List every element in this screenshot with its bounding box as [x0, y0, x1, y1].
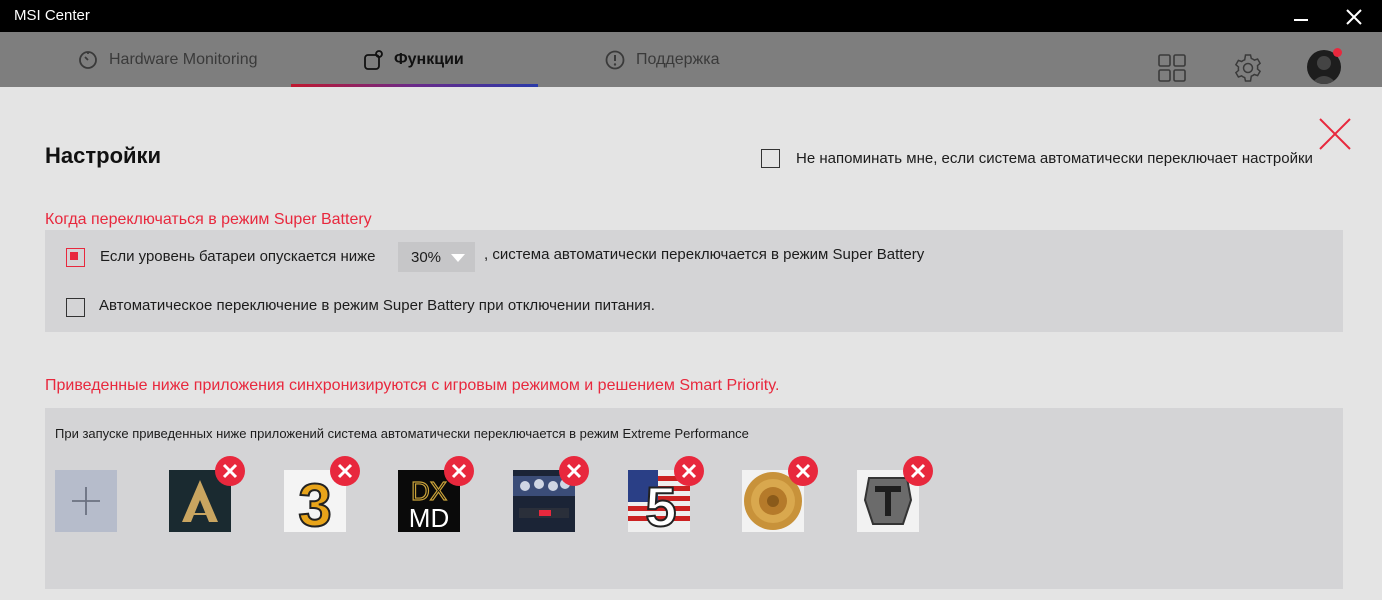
remove-icon: [903, 456, 933, 486]
remove-icon: [330, 456, 360, 486]
battery-level-checkbox[interactable]: [66, 248, 85, 267]
remove-app-button[interactable]: [329, 455, 361, 487]
gauge-icon: [77, 49, 99, 71]
power-off-checkbox[interactable]: [66, 298, 85, 317]
remove-icon: [444, 456, 474, 486]
remove-app-button[interactable]: [214, 455, 246, 487]
plus-icon: [72, 487, 100, 515]
tab-label: Hardware Monitoring: [109, 50, 258, 68]
remove-icon: [788, 456, 818, 486]
remove-app-button[interactable]: [558, 455, 590, 487]
close-icon: [1319, 118, 1351, 150]
svg-text:3: 3: [298, 472, 331, 532]
page-title: Настройки: [45, 143, 162, 168]
power-off-label: Автоматическое переключение в режим Supe…: [99, 297, 655, 314]
battery-threshold-select[interactable]: 30%: [398, 242, 475, 272]
apps-section-title: Приведенные ниже приложения синхронизиру…: [45, 377, 780, 394]
remove-app-button[interactable]: [673, 455, 705, 487]
tab-functions[interactable]: Функции: [362, 32, 464, 87]
close-icon: [1346, 9, 1362, 25]
battery-threshold-value: 30%: [411, 248, 442, 266]
app-item[interactable]: [513, 456, 589, 532]
remove-icon: [215, 456, 245, 486]
tab-support[interactable]: Поддержка: [604, 32, 719, 87]
apps-description: При запуске приведенных ниже приложений …: [55, 426, 749, 441]
add-app-button[interactable]: [55, 470, 117, 532]
app-item[interactable]: [169, 456, 245, 532]
battery-level-suffix: , система автоматически переключается в …: [484, 246, 925, 263]
app-item[interactable]: [742, 456, 818, 532]
apps-grid-icon[interactable]: [1157, 53, 1187, 88]
app-item[interactable]: DX MD: [398, 456, 474, 532]
support-icon: [604, 49, 626, 71]
remove-icon: [674, 456, 704, 486]
app-item[interactable]: 3: [284, 456, 360, 532]
battery-level-label: Если уровень батареи опускается ниже: [100, 248, 376, 265]
app-item[interactable]: 5: [628, 456, 704, 532]
svg-text:DX: DX: [411, 476, 447, 506]
chevron-down-icon: [451, 254, 465, 262]
app-item[interactable]: [857, 456, 933, 532]
window-close-button[interactable]: [1344, 7, 1364, 27]
remove-app-button[interactable]: [443, 455, 475, 487]
super-battery-section-title: Когда переключаться в режим Super Batter…: [45, 211, 372, 228]
svg-text:5: 5: [645, 475, 676, 532]
window-title: MSI Center: [14, 7, 90, 24]
notification-dot: [1333, 48, 1342, 57]
remove-app-button[interactable]: [902, 455, 934, 487]
title-bar: MSI Center: [0, 0, 1382, 32]
tab-label: Функции: [394, 50, 464, 68]
svg-text:MD: MD: [409, 503, 449, 532]
features-icon: [362, 49, 384, 71]
tab-hardware-monitoring[interactable]: Hardware Monitoring: [77, 32, 258, 87]
settings-gear-icon[interactable]: [1232, 52, 1264, 89]
minimize-button[interactable]: [1292, 8, 1310, 24]
tab-label: Поддержка: [636, 50, 720, 68]
dont-remind-checkbox[interactable]: [761, 149, 780, 168]
remove-icon: [559, 456, 589, 486]
settings-close-button[interactable]: [1318, 117, 1352, 151]
remove-app-button[interactable]: [787, 455, 819, 487]
dont-remind-label: Не напоминать мне, если система автомати…: [796, 150, 1313, 167]
